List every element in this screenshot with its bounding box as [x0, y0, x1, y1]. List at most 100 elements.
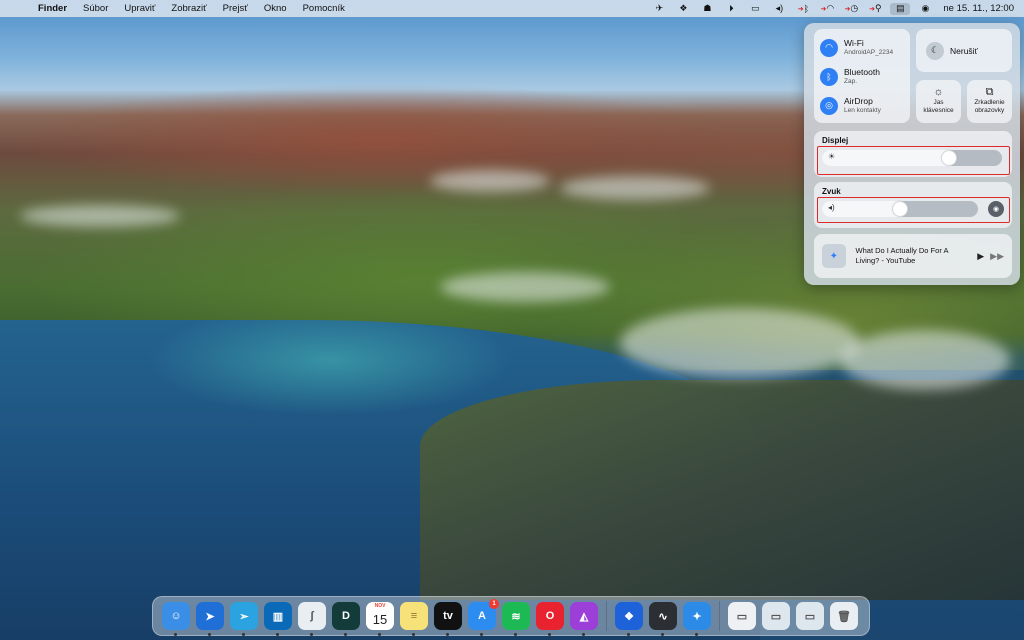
dock-trello[interactable]: ▥ — [264, 602, 292, 636]
activity-monitor-icon: ∿ — [658, 610, 668, 623]
alfred-icon[interactable]: ☗ — [698, 3, 716, 15]
bluetooth-title: Bluetooth — [844, 66, 880, 77]
dock-safari[interactable]: ✦ — [683, 602, 711, 636]
menu-file[interactable]: Súbor — [75, 0, 116, 17]
play-icon[interactable]: ▶ — [977, 251, 984, 262]
dock-affinity-photo[interactable]: ◭ — [570, 602, 598, 636]
dock-notes[interactable]: ≡ — [400, 602, 428, 636]
display-brightness-slider[interactable]: ☀ — [822, 150, 1002, 166]
dock-dashlane[interactable]: D — [332, 602, 360, 636]
keyboard-brightness-button[interactable]: ☼ Jas klávesnice — [916, 80, 961, 123]
menu-app-name[interactable]: Finder — [30, 0, 75, 17]
dock: ☺ ➤ ➢ ▥ ʃ D NOV 15 ≡ tv A 1 ≋ O ◭ ❖ ∿ ✦ ▭ ▭ ▭ 🗑 — [152, 596, 870, 636]
spotify-icon: ≋ — [511, 610, 521, 623]
dock-finder[interactable]: ☺ — [162, 602, 190, 636]
dock-separator — [719, 601, 720, 631]
search-icon[interactable]: ➜ ⚲ — [866, 3, 884, 15]
dock-document-pdf[interactable]: ▭ — [728, 602, 756, 630]
wifi-toggle[interactable]: ◠ Wi-Fi AndroidAP_2234 — [820, 33, 904, 62]
wallpaper-cloud — [430, 170, 550, 192]
wifi-network-name: AndroidAP_2234 — [844, 48, 894, 56]
running-indicator — [627, 633, 630, 636]
airdrop-title: AirDrop — [844, 95, 873, 106]
volume-slider-knob[interactable] — [893, 202, 907, 216]
dock-apple-tv[interactable]: tv — [434, 602, 462, 636]
running-indicator — [514, 633, 517, 636]
dock-telegram[interactable]: ➢ — [230, 602, 258, 636]
menu-help[interactable]: Pomocník — [295, 0, 353, 17]
bluetooth-status: Zap. — [844, 77, 858, 85]
running-indicator — [344, 633, 347, 636]
menu-view[interactable]: Zobraziť — [163, 0, 214, 17]
menu-window[interactable]: Okno — [256, 0, 295, 17]
display-label: Displej — [822, 136, 849, 145]
wallpaper-cloud — [560, 176, 710, 200]
running-indicator — [378, 633, 381, 636]
menu-go[interactable]: Prejsť — [215, 0, 256, 17]
dock-app-store[interactable]: A1 — [468, 599, 499, 636]
telegram-icon[interactable]: ✈ — [650, 3, 668, 15]
finder-icon: ☺ — [170, 610, 182, 622]
running-indicator — [548, 633, 551, 636]
dock-scrivener[interactable]: ʃ — [298, 602, 326, 636]
display-module: Displej ☀ — [814, 131, 1012, 177]
dropbox-icon: ❖ — [624, 610, 634, 623]
running-indicator — [480, 633, 483, 636]
airdrop-icon: ◎ — [820, 96, 838, 115]
running-indicator — [174, 633, 177, 636]
dock-documents-stack[interactable]: ▭ — [796, 602, 824, 630]
now-playing-module[interactable]: ✦ What Do I Actually Do For A Living? - … — [814, 234, 1012, 278]
dock-trash[interactable]: 🗑 — [830, 602, 858, 630]
wallpaper-cloud — [840, 330, 1010, 390]
dock-spotify[interactable]: ≋ — [502, 602, 530, 636]
wallpaper-cloud — [20, 205, 180, 227]
airdrop-status: Len kontakty — [844, 106, 881, 114]
calendar-month: NOV — [374, 603, 386, 609]
fast-forward-icon[interactable]: ▶▶ — [990, 251, 1004, 262]
dock-spark[interactable]: ➤ — [196, 602, 224, 636]
menu-edit[interactable]: Upraviť — [116, 0, 163, 17]
volume-icon[interactable]: ◂) — [770, 3, 788, 15]
affinity-photo-icon: ◭ — [579, 610, 589, 623]
safari-icon: ✦ — [692, 610, 702, 623]
dock-calendar[interactable]: NOV 15 — [366, 602, 394, 636]
dock-opera[interactable]: O — [536, 602, 564, 636]
running-indicator — [582, 633, 585, 636]
airdrop-toggle[interactable]: ◎ AirDrop Len kontakty — [820, 91, 904, 120]
running-indicator — [242, 633, 245, 636]
do-not-disturb-toggle[interactable]: ☾ Nerušiť — [916, 29, 1012, 72]
menu-clock[interactable]: ne 15. 11., 12:00 — [937, 3, 1024, 14]
running-indicator — [276, 633, 279, 636]
airplay-audio-icon[interactable]: ◉ — [988, 201, 1004, 217]
screen-mirroring-label-2: obrazovky — [974, 106, 1005, 114]
dock-downloads-stack[interactable]: ▭ — [762, 602, 790, 630]
control-center-icon[interactable]: ▤ — [890, 2, 911, 15]
running-indicator — [446, 633, 449, 636]
safari-icon: ✦ — [822, 244, 846, 268]
siri-icon[interactable]: ◉ — [916, 3, 934, 15]
apple-tv-icon: tv — [443, 610, 453, 622]
notes-icon: ≡ — [410, 610, 418, 622]
time-machine-icon[interactable]: ➜ ◷ — [842, 3, 860, 15]
dropbox-icon[interactable]: ❖ — [674, 3, 692, 15]
display-slider-knob[interactable] — [942, 151, 956, 165]
screen-mirroring-button[interactable]: ⧉ Zrkadlenie obrazovky — [967, 80, 1012, 123]
battery-icon[interactable]: ▭ — [746, 3, 764, 15]
bluetooth-toggle[interactable]: ᛒ Bluetooth Zap. — [820, 62, 904, 91]
wifi-icon: ◠ — [820, 38, 838, 57]
running-indicator — [695, 633, 698, 636]
running-indicator — [661, 633, 664, 636]
document-icon: ▭ — [736, 610, 748, 623]
dock-activity-monitor[interactable]: ∿ — [649, 602, 677, 636]
speaker-icon: ◂) — [828, 203, 835, 212]
wallpaper-cloud — [440, 272, 610, 302]
trello-icon: ▥ — [272, 610, 284, 623]
volume-slider[interactable]: ◂) — [822, 201, 978, 217]
play-icon[interactable]: ⏵ — [722, 3, 740, 15]
wifi-title: Wi-Fi — [844, 37, 864, 48]
telegram-icon: ➢ — [239, 610, 249, 623]
running-indicator — [412, 633, 415, 636]
dock-dropbox[interactable]: ❖ — [615, 602, 643, 636]
bluetooth-icon[interactable]: ➜ ᛒ — [794, 3, 812, 15]
wifi-icon[interactable]: ➜ ◠ — [818, 3, 836, 15]
